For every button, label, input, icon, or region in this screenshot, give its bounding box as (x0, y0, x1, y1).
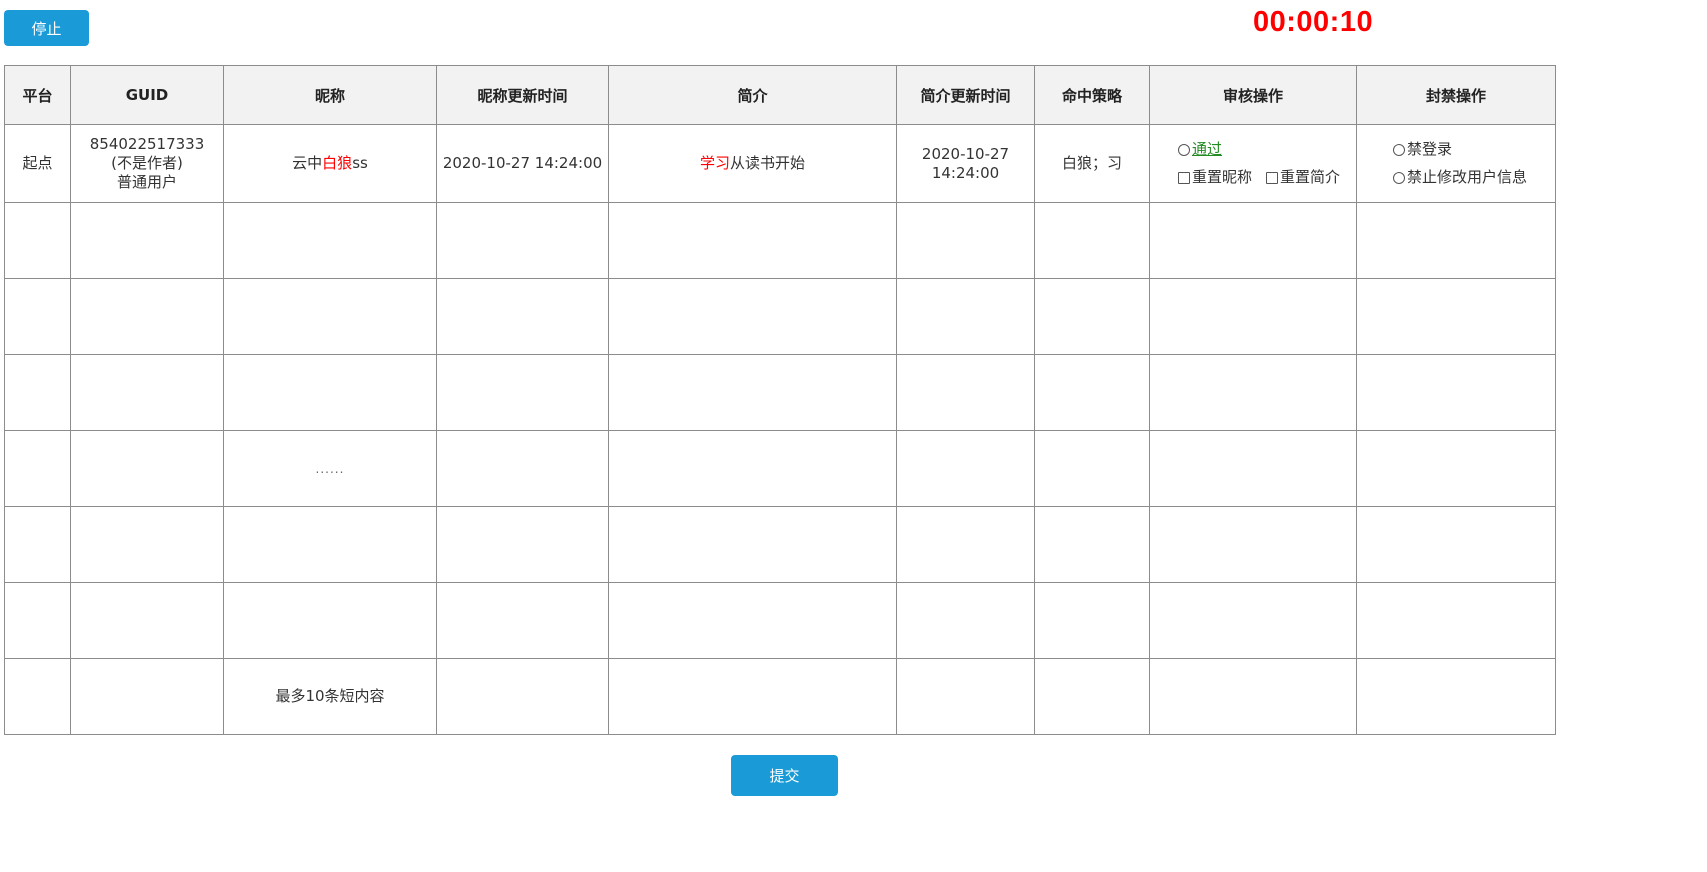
table-row-ellipsis: ...... (4, 430, 1556, 507)
header-review-actions: 审核操作 (1149, 65, 1357, 125)
reset-nickname-label[interactable]: 重置昵称 (1192, 168, 1252, 187)
table-row-empty (4, 354, 1556, 431)
cell-intro: 学习从读书开始 (608, 124, 897, 203)
reset-intro-label[interactable]: 重置简介 (1280, 168, 1340, 187)
table-row-empty (4, 506, 1556, 583)
ellipsis-placeholder: ...... (315, 461, 345, 476)
ban-login-option[interactable]: 禁登录 (1393, 136, 1555, 164)
cell-intro-update-time: 2020-10-27 14:24:00 (896, 124, 1035, 203)
header-platform: 平台 (4, 65, 71, 125)
header-intro-update-time: 简介更新时间 (896, 65, 1035, 125)
header-hit-strategy: 命中策略 (1034, 65, 1150, 125)
countdown-timer: 00:00:10 (1253, 6, 1374, 38)
intro-rest: 从读书开始 (730, 154, 806, 172)
pass-radio[interactable] (1178, 143, 1190, 156)
reset-nickname-checkbox[interactable] (1178, 171, 1190, 184)
guid-user-type: 普通用户 (116, 173, 177, 191)
stop-button[interactable]: 停止 (4, 10, 89, 46)
pass-label[interactable]: 通过 (1192, 140, 1222, 159)
header-nickname: 昵称 (223, 65, 437, 125)
table-row-note: 最多10条短内容 (4, 658, 1556, 735)
intro-update-date: 2020-10-27 (921, 144, 1010, 163)
cell-guid: 854022517333 (不是作者) 普通用户 (70, 124, 224, 203)
ban-modify-radio[interactable] (1393, 171, 1405, 184)
max-items-note: 最多10条短内容 (223, 658, 437, 735)
cell-review-actions: 通过 重置昵称 重置简介 (1149, 124, 1357, 203)
table-row-empty (4, 582, 1556, 659)
nickname-suffix: ss (352, 154, 368, 172)
nickname-prefix: 云中 (292, 154, 323, 172)
intro-update-clock: 14:24:00 (931, 163, 1000, 182)
table-row: 起点 854022517333 (不是作者) 普通用户 云中白狼ss 2020-… (4, 124, 1556, 203)
cell-platform: 起点 (4, 124, 71, 203)
ban-modify-label[interactable]: 禁止修改用户信息 (1407, 168, 1527, 187)
guid-id: 854022517333 (89, 135, 205, 153)
header-intro: 简介 (608, 65, 897, 125)
ban-login-radio[interactable] (1393, 143, 1405, 156)
nickname-highlight: 白狼 (322, 154, 353, 172)
ban-modify-option[interactable]: 禁止修改用户信息 (1393, 164, 1555, 192)
cell-hit-strategy: 白狼；习 (1034, 124, 1150, 203)
intro-highlight: 学习 (699, 154, 730, 172)
review-pass-option[interactable]: 通过 (1178, 136, 1356, 164)
table-header-row: 平台 GUID 昵称 昵称更新时间 简介 简介更新时间 命中策略 审核操作 封禁… (4, 65, 1556, 125)
review-table: 平台 GUID 昵称 昵称更新时间 简介 简介更新时间 命中策略 审核操作 封禁… (4, 65, 1556, 735)
review-reset-options: 重置昵称 重置简介 (1178, 164, 1356, 192)
cell-nickname-update-time: 2020-10-27 14:24:00 (436, 124, 609, 203)
submit-button[interactable]: 提交 (731, 755, 838, 796)
table-row-empty (4, 202, 1556, 279)
header-guid: GUID (70, 65, 224, 125)
table-row-empty (4, 278, 1556, 355)
header-ban-actions: 封禁操作 (1356, 65, 1556, 125)
guid-author-status: (不是作者) (111, 154, 183, 172)
header-nickname-update-time: 昵称更新时间 (436, 65, 609, 125)
cell-nickname: 云中白狼ss (223, 124, 437, 203)
cell-ban-actions: 禁登录 禁止修改用户信息 (1356, 124, 1556, 203)
reset-intro-checkbox[interactable] (1266, 171, 1279, 184)
ban-login-label[interactable]: 禁登录 (1407, 140, 1452, 159)
